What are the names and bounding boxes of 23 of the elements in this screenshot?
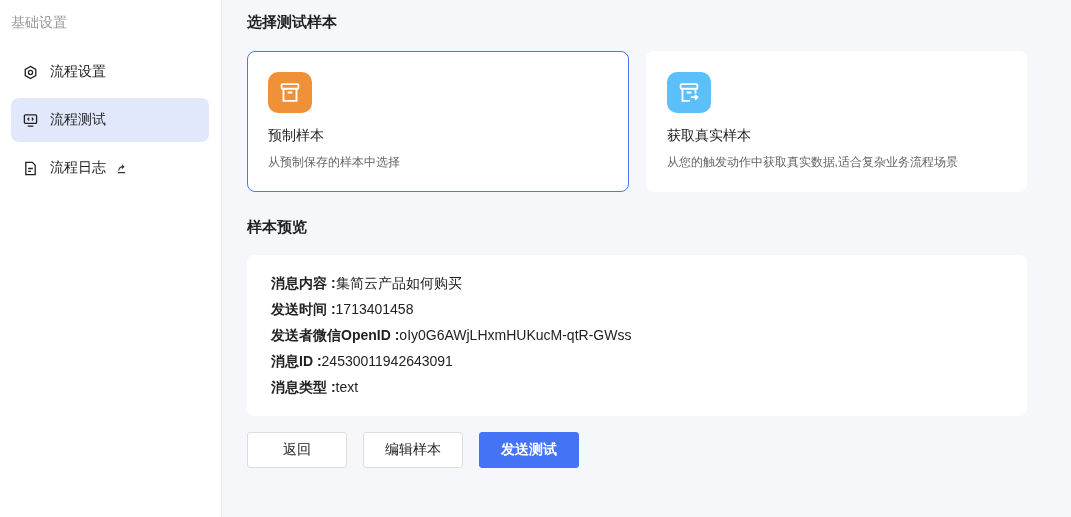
sidebar-item[interactable]: 流程日志 xyxy=(11,146,209,190)
option-description: 从预制保存的样本中选择 xyxy=(268,154,400,171)
section-title: 选择测试样本 xyxy=(247,13,337,32)
settings-icon xyxy=(23,64,38,80)
code-monitor-icon xyxy=(23,112,38,128)
action-button[interactable]: 编辑样本 xyxy=(363,432,463,468)
section-title: 样本预览 xyxy=(247,218,307,237)
option-title: 获取真实样本 xyxy=(666,127,751,145)
sidebar-item[interactable]: 流程设置 xyxy=(11,50,209,94)
sidebar-item[interactable]: 流程测试 xyxy=(11,98,209,142)
action-button[interactable]: 返回 xyxy=(247,432,347,468)
document-icon xyxy=(23,160,38,176)
preview-field: 发送者微信OpenID :oIy0G6AWjLHxmHUKucM-qtR-GWss xyxy=(271,327,632,343)
preview-field: 消息ID :24530011942643091 xyxy=(271,353,453,369)
sample-option-card[interactable]: 预制样本 从预制保存的样本中选择 xyxy=(247,51,629,192)
sidebar-heading: 基础设置 xyxy=(11,13,67,32)
preview-field: 消息内容 :集简云产品如何购买 xyxy=(271,275,462,291)
action-button[interactable]: 发送测试 xyxy=(479,432,579,468)
option-description: 从您的触发动作中获取真实数据,适合复杂业务流程场景 xyxy=(666,154,958,171)
preview-field: 消息类型 :text xyxy=(271,379,359,395)
option-title: 预制样本 xyxy=(268,127,324,145)
sample-option-card[interactable]: 获取真实样本 从您的触发动作中获取真实数据,适合复杂业务流程场景 xyxy=(645,51,1027,192)
preview-field: 发送时间 :1713401458 xyxy=(271,301,414,317)
